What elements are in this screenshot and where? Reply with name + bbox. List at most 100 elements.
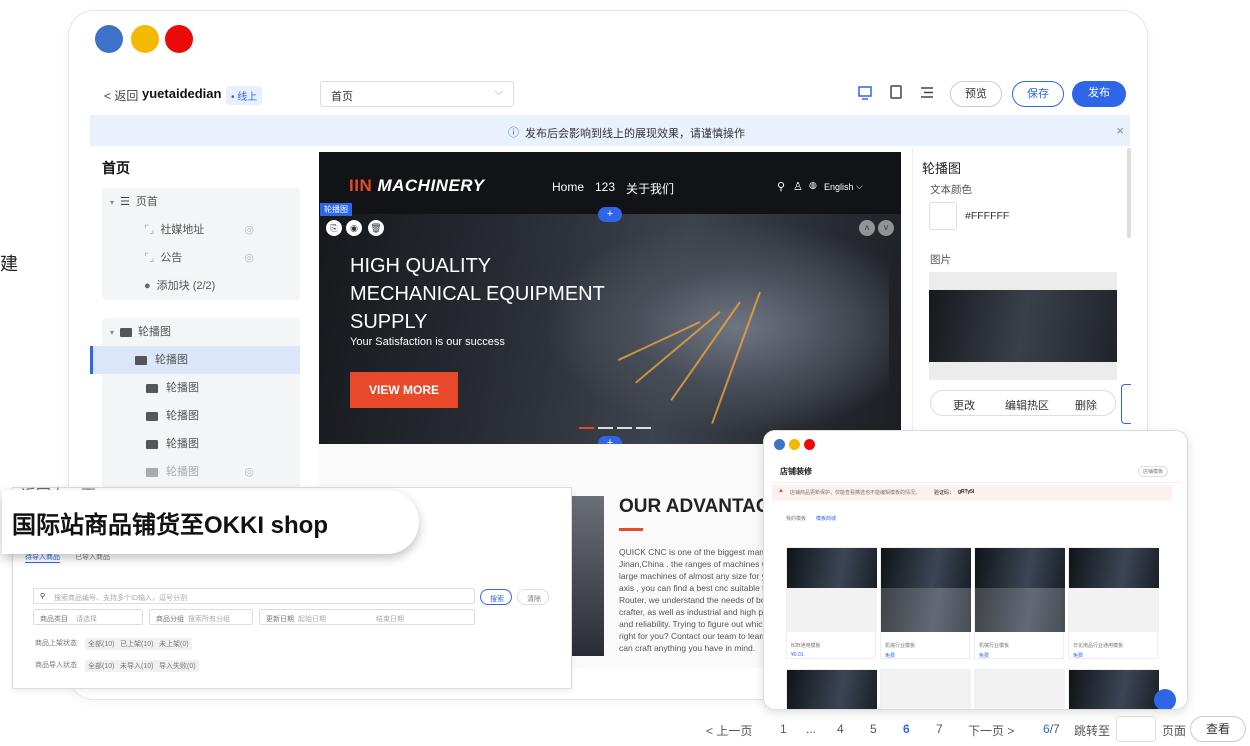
nav-123[interactable]: 123 bbox=[595, 180, 615, 194]
online-badge: • 线上 bbox=[226, 86, 263, 105]
go-button[interactable]: 查看 bbox=[1190, 716, 1246, 742]
group-select[interactable]: 商品分组 搜索所有分组 bbox=[149, 609, 253, 625]
carousel-item[interactable]: 轮播图 ◎ bbox=[102, 458, 300, 486]
carousel-group: ▾ 轮播图 轮播图 轮播图 轮播图 轮播图 轮播图 ◎ bbox=[90, 318, 300, 488]
desktop-view-icon[interactable] bbox=[858, 86, 872, 100]
advantage-line: axis , you can find a best cnc suitable … bbox=[619, 583, 764, 593]
image-icon bbox=[120, 327, 133, 337]
template-card[interactable] bbox=[1068, 669, 1159, 709]
delete-button[interactable]: 删除 bbox=[1075, 397, 1097, 413]
header-item-label: 公告 bbox=[160, 252, 183, 264]
slide-indicator[interactable] bbox=[617, 427, 632, 429]
carousel-item[interactable]: 轮播图 bbox=[90, 346, 300, 374]
template-card[interactable] bbox=[974, 669, 1065, 709]
import-option[interactable]: 全部(10) bbox=[85, 660, 118, 672]
close-icon[interactable]: × bbox=[1116, 123, 1124, 138]
site-preview[interactable]: IIN MACHINERY Home 123 关于我们 ⚲ ♙ ◍ Englis… bbox=[319, 152, 901, 444]
search-icon[interactable]: ⚲ bbox=[777, 180, 785, 193]
tab-template-store[interactable]: 模板商城 bbox=[816, 515, 836, 522]
color-swatch[interactable] bbox=[929, 202, 957, 230]
store-template-button[interactable]: 店铺模板 bbox=[1138, 466, 1169, 477]
goto-page-input[interactable] bbox=[1116, 716, 1156, 742]
eye-icon[interactable]: ◎ bbox=[244, 216, 254, 244]
save-button[interactable]: 保存 bbox=[1012, 81, 1064, 107]
import-option[interactable]: 导入失败(0) bbox=[156, 660, 199, 672]
okki-clear-button[interactable]: 清除 bbox=[517, 589, 549, 605]
preview-button[interactable]: 预览 bbox=[950, 81, 1002, 107]
eye-icon[interactable]: ◎ bbox=[244, 458, 254, 486]
nav-home[interactable]: Home bbox=[552, 180, 584, 194]
list-view-icon[interactable] bbox=[920, 86, 934, 99]
status-label: 商品上架状态 bbox=[35, 640, 77, 647]
page-status-current: 6 bbox=[1043, 722, 1050, 736]
slide-indicator-active[interactable] bbox=[579, 427, 594, 429]
template-price: ¥0.01 bbox=[791, 652, 804, 658]
header-item-social[interactable]: ⌜⌟ 社媒地址 ◎ bbox=[102, 216, 300, 244]
import-option[interactable]: 未导入(10) bbox=[117, 660, 157, 672]
edit-hotspot-button[interactable]: 编辑热区 bbox=[1005, 397, 1049, 413]
status-option[interactable]: 未上架(0) bbox=[156, 638, 192, 650]
status-option[interactable]: 全部(10) bbox=[85, 638, 118, 650]
page-1[interactable]: 1 bbox=[780, 722, 787, 736]
template-card[interactable] bbox=[786, 669, 877, 709]
eye-icon[interactable]: ◉ bbox=[346, 220, 362, 236]
carousel-item[interactable]: 轮播图 bbox=[102, 402, 300, 430]
tab-my-templates[interactable]: 我的模板 bbox=[786, 515, 806, 522]
carousel-item[interactable]: 轮播图 bbox=[102, 430, 300, 458]
site-logo[interactable]: IIN MACHINERY bbox=[349, 176, 485, 196]
add-block-bottom-button[interactable]: + bbox=[598, 436, 622, 444]
scrollbar[interactable] bbox=[1127, 148, 1131, 238]
page-select[interactable]: 首页 ⌵ bbox=[320, 81, 514, 107]
prev-page-button[interactable]: < 上一页 bbox=[706, 722, 752, 739]
date-range[interactable]: 更新日期 起始日期 结束日期 bbox=[259, 609, 475, 625]
image-thumbnail bbox=[929, 290, 1117, 362]
template-card[interactable]: 机械行业模板 免费 bbox=[974, 547, 1065, 659]
code-value: gRTy5l bbox=[958, 489, 975, 495]
tablet-view-icon[interactable] bbox=[890, 85, 902, 99]
template-card[interactable]: 机械行业模板 免费 bbox=[880, 547, 971, 659]
add-block-top-button[interactable]: + bbox=[598, 207, 622, 222]
page-7[interactable]: 7 bbox=[936, 722, 943, 736]
slide-indicator[interactable] bbox=[636, 427, 651, 429]
chevron-up-icon[interactable]: ˄ bbox=[859, 220, 875, 236]
okki-search-button[interactable]: 搜索 bbox=[480, 589, 512, 605]
chevron-down-icon[interactable]: ˅ bbox=[878, 220, 894, 236]
user-icon[interactable]: ♙ bbox=[793, 180, 803, 193]
page-ellipsis[interactable]: ... bbox=[806, 722, 816, 736]
carousel-group-row[interactable]: ▾ 轮播图 bbox=[102, 318, 300, 346]
site-nav: IIN MACHINERY Home 123 关于我们 ⚲ ♙ ◍ Englis… bbox=[319, 152, 901, 214]
template-card[interactable] bbox=[880, 669, 971, 709]
add-block[interactable]: ● 添加块 (2/2) bbox=[102, 272, 300, 300]
template-card[interactable]: B2B通用模板 ¥0.01 bbox=[786, 547, 877, 659]
template-name: 日化用品行业通用模板 bbox=[1073, 643, 1124, 649]
eye-icon[interactable]: ◎ bbox=[244, 244, 254, 272]
publish-button[interactable]: 发布 bbox=[1072, 81, 1126, 107]
page-4[interactable]: 4 bbox=[837, 722, 844, 736]
page-6-current[interactable]: 6 bbox=[903, 722, 910, 736]
back-link[interactable]: < 返回 bbox=[104, 87, 138, 104]
trash-icon[interactable]: 🗑 bbox=[368, 220, 384, 236]
template-card[interactable]: 日化用品行业通用模板 免费 bbox=[1068, 547, 1159, 659]
slide-indicator[interactable] bbox=[598, 427, 613, 429]
category-select[interactable]: 商品类目 请选择 bbox=[33, 609, 143, 625]
status-option[interactable]: 已上架(10) bbox=[117, 638, 157, 650]
globe-icon[interactable]: ◍ bbox=[809, 180, 817, 191]
side-tab[interactable] bbox=[1121, 384, 1131, 424]
header-item-notice[interactable]: ⌜⌟ 公告 ◎ bbox=[102, 244, 300, 272]
image-preview[interactable] bbox=[929, 272, 1117, 380]
page-5[interactable]: 5 bbox=[870, 722, 877, 736]
carousel-item[interactable]: 轮播图 bbox=[102, 374, 300, 402]
chat-icon[interactable] bbox=[1154, 689, 1176, 709]
nav-about[interactable]: 关于我们 bbox=[626, 180, 674, 197]
change-button[interactable]: 更改 bbox=[953, 397, 975, 413]
next-page-button[interactable]: 下一页 > bbox=[968, 722, 1014, 739]
header-group-row[interactable]: ▾ ☰ 页首 bbox=[102, 188, 300, 216]
language-select[interactable]: English bbox=[824, 182, 854, 192]
window-dot-yellow bbox=[131, 25, 159, 53]
copy-icon[interactable]: ⎘ bbox=[326, 220, 342, 236]
template-thumbnail bbox=[787, 670, 877, 709]
advantage-title: OUR ADVANTAG bbox=[619, 496, 771, 517]
okki-search-input[interactable]: ⚲ 搜索商品编号、支持多个ID输入，逗号分割 bbox=[33, 588, 475, 604]
left-panel: 首页 ▾ ☰ 页首 ⌜⌟ 社媒地址 ◎ ⌜⌟ 公告 ◎ ● 添加块 (2/2) ▾ 轮播图 轮播… bbox=[90, 148, 312, 493]
view-more-button[interactable]: VIEW MORE bbox=[350, 372, 458, 408]
